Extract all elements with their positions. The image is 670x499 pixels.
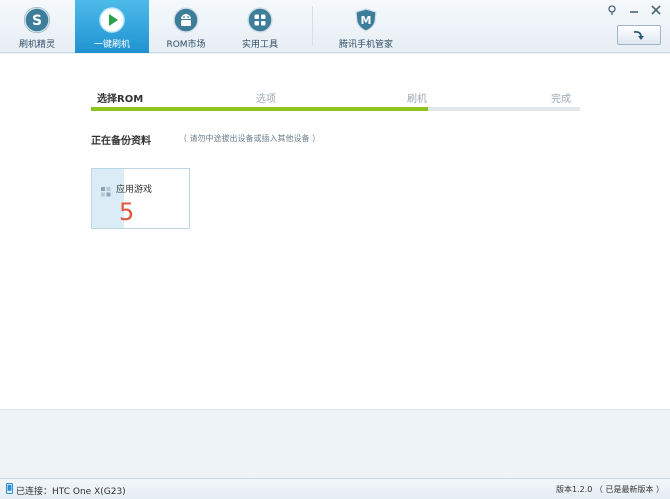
- backup-card-apps: 应用游戏 5: [91, 168, 190, 229]
- status-bar: 已连接：HTC One X(G23) 版本1.2.0 （ 已是最新版本 ）: [0, 478, 670, 499]
- shield-m-icon: M: [353, 7, 379, 33]
- card-label: 应用游戏: [116, 185, 153, 195]
- card-count: 5: [119, 198, 135, 226]
- minimize-icon[interactable]: [628, 4, 640, 16]
- nav-label: 实用工具: [241, 40, 278, 50]
- progress-track: [91, 107, 580, 111]
- backup-hint: （ 请勿中途拔出设备或插入其他设备 ）: [179, 134, 321, 143]
- nav-item-one-click-flash[interactable]: 一键刷机: [75, 0, 149, 53]
- android-icon: [173, 7, 199, 33]
- version-label: 版本1.2.0 （ 已是最新版本 ）: [556, 485, 664, 494]
- refresh-button[interactable]: [617, 25, 661, 45]
- nav-label: 一键刷机: [93, 40, 130, 50]
- nav-label: 腾讯手机管家: [338, 40, 393, 50]
- nav-item-shuaji-jingling[interactable]: S 刷机精灵: [6, 0, 68, 53]
- divider: [312, 6, 313, 46]
- pin-icon[interactable]: [606, 4, 618, 16]
- step-options: 选项: [256, 94, 276, 105]
- step-flash: 刷机: [407, 94, 427, 105]
- nav-item-tencent-manager[interactable]: M 腾讯手机管家: [326, 0, 406, 53]
- refresh-arrow-icon: [632, 26, 646, 45]
- bottom-panel: [0, 409, 670, 478]
- progress-fill: [91, 107, 429, 111]
- device-label: 已连接：HTC One X(G23): [16, 486, 126, 497]
- progress-steps: 选择ROM 选项 刷机 完成: [91, 90, 580, 112]
- apps-grid-icon: [101, 182, 111, 197]
- top-toolbar: S 刷机精灵 一键刷机 ROM市场 实用工具 M 腾讯手机管家: [0, 0, 670, 53]
- grid-icon: [247, 7, 273, 33]
- window-controls: [606, 4, 662, 16]
- step-done: 完成: [551, 94, 571, 105]
- nav-label: ROM市场: [166, 40, 206, 50]
- play-icon: [99, 7, 125, 33]
- backup-title: 正在备份资料: [91, 136, 151, 147]
- close-icon[interactable]: [650, 4, 662, 16]
- s-logo-icon: S: [24, 7, 50, 33]
- svg-text:S: S: [32, 13, 42, 29]
- device-status: 已连接：HTC One X(G23): [6, 483, 126, 497]
- main-panel: 选择ROM 选项 刷机 完成 正在备份资料 （ 请勿中途拔出设备或插入其他设备 …: [0, 54, 670, 409]
- nav-label: 刷机精灵: [18, 40, 55, 50]
- svg-text:M: M: [361, 14, 372, 27]
- step-select-rom: 选择ROM: [97, 94, 144, 105]
- nav-item-rom-market[interactable]: ROM市场: [154, 0, 218, 53]
- phone-icon: [6, 483, 13, 497]
- nav-item-tools[interactable]: 实用工具: [229, 0, 291, 53]
